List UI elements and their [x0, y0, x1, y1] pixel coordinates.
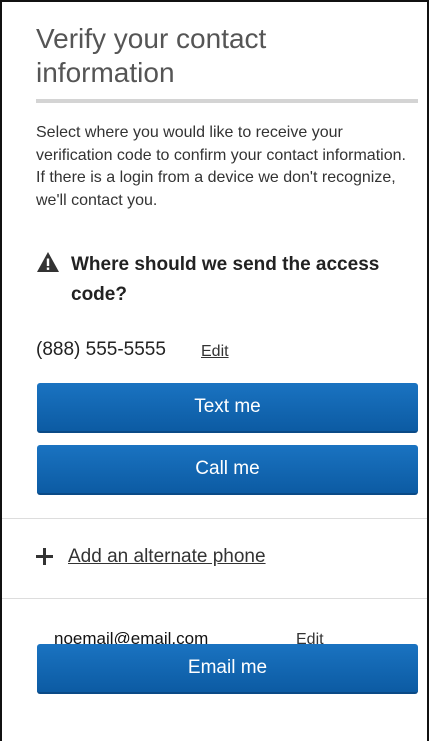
add-alternate-phone-link[interactable]: Add an alternate phone: [68, 545, 266, 569]
access-code-heading: Where should we send the access code?: [71, 254, 380, 305]
phone-number: (888) 555-5555: [36, 339, 166, 360]
edit-phone-link[interactable]: Edit: [201, 342, 229, 362]
intro-description: Select where you would like to receive y…: [36, 124, 406, 209]
title-divider: [36, 99, 418, 103]
section-divider: [2, 518, 427, 519]
warning-icon: [37, 252, 59, 272]
plus-icon[interactable]: [36, 548, 53, 565]
text-me-button[interactable]: Text me: [37, 383, 418, 433]
page-title: Verify your contact information: [36, 23, 267, 88]
email-me-button[interactable]: Email me: [37, 644, 418, 694]
call-me-button[interactable]: Call me: [37, 445, 418, 495]
section-divider: [2, 598, 427, 599]
